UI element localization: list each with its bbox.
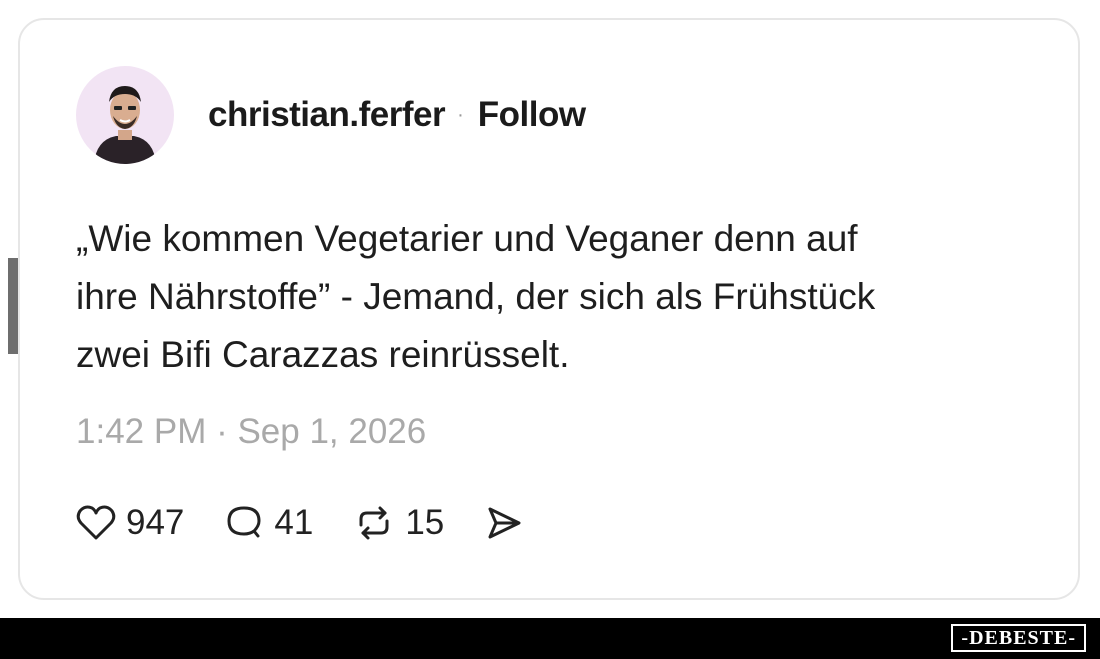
footer-bar: -DEBESTE- (0, 618, 1100, 659)
post-actions: 947 41 15 (76, 500, 564, 546)
like-button[interactable]: 947 (76, 503, 184, 543)
repost-button[interactable]: 15 (353, 503, 444, 543)
like-count: 947 (126, 503, 185, 542)
heart-icon (76, 505, 116, 540)
watermark-logo: -DEBESTE- (951, 624, 1086, 652)
post-header: christian.ferfer · Follow (76, 66, 586, 164)
share-button[interactable] (484, 503, 524, 543)
share-icon (488, 507, 521, 539)
reply-button[interactable]: 41 (224, 503, 313, 543)
post-text-line: ihre Nährstoffe” - Jemand, der sich als … (76, 276, 876, 317)
post-timestamp[interactable]: 1:42 PM · Sep 1, 2026 (76, 412, 426, 452)
post-text-line: zwei Bifi Carazzas reinrüsselt. (76, 334, 570, 375)
username[interactable]: christian.ferfer (208, 95, 446, 135)
comment-icon (227, 506, 261, 538)
post-text: „Wie kommen Vegetarier und Veganer denn … (76, 210, 976, 384)
repost-count: 15 (405, 503, 445, 542)
avatar-portrait-icon (94, 86, 156, 164)
repost-icon (359, 506, 389, 540)
avatar[interactable] (76, 66, 174, 164)
follow-button[interactable]: Follow (478, 95, 586, 135)
reply-count: 41 (274, 503, 314, 542)
separator-dot: · (457, 103, 464, 126)
post-text-line: „Wie kommen Vegetarier und Veganer denn … (76, 218, 858, 259)
post-card: christian.ferfer · Follow „Wie kommen Ve… (18, 18, 1080, 600)
